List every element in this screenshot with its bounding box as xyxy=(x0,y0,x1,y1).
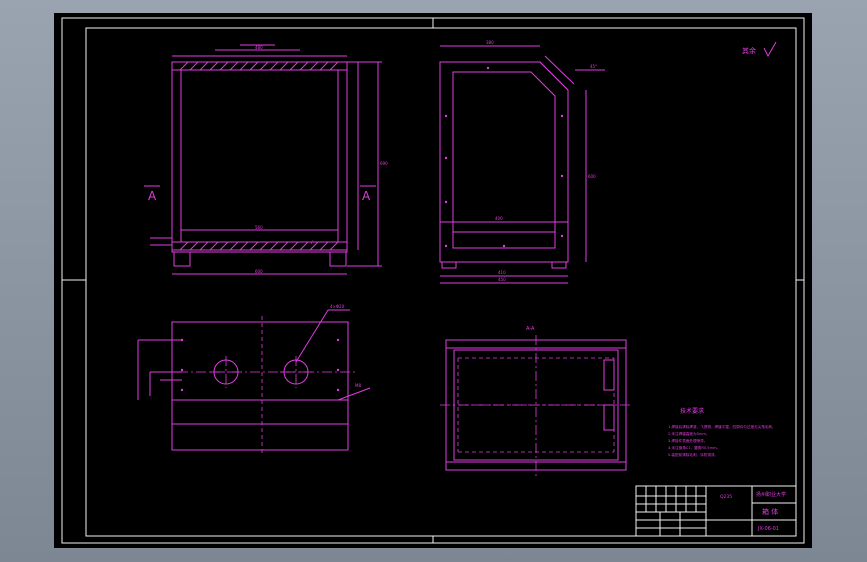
note-4: 4.未注倒角C1，圆角R0.5mm。 xyxy=(668,445,720,450)
title-material: Q235 xyxy=(720,494,732,500)
section-mark-left: A xyxy=(148,189,157,203)
title-drawing-no: JX-06-01 xyxy=(757,526,779,532)
note-1: 1.焊接后清除焊渣、飞溅物，焊缝平整，四周均匀过渡无尖角毛刺。 xyxy=(668,424,776,429)
dim-height: 690 xyxy=(380,161,388,166)
side-dim-angle: 45° xyxy=(590,64,597,69)
note-5: 5.装配前清除毛刺，涂防锈漆。 xyxy=(668,452,718,457)
section-view-label: A-A xyxy=(526,326,535,332)
note-2: 2.未注焊缝高度为5mm。 xyxy=(668,431,709,436)
title-school: 扬州职业大学 xyxy=(756,491,786,498)
title-part-name: 箱 体 xyxy=(762,507,778,516)
note-3: 3.焊接件表面处理喷漆。 xyxy=(668,438,707,443)
drawing-canvas[interactable]: 480 600 560 690 √ A A 380 410 450 600 40… xyxy=(0,0,867,562)
side-dim-bottom: 410 xyxy=(498,270,506,275)
plate-leader-label-2: M8 xyxy=(355,383,361,388)
side-dim-top: 380 xyxy=(486,40,494,45)
section-mark-right: A xyxy=(362,189,371,203)
notes-title: 技术要求 xyxy=(680,407,704,415)
cad-viewport[interactable]: 480 600 560 690 √ A A 380 410 450 600 40… xyxy=(0,0,867,562)
roughness-note: 其余 xyxy=(742,46,756,55)
dim-bottom: 600 xyxy=(255,269,263,274)
side-dim-height: 600 xyxy=(588,174,596,179)
dim-top: 480 xyxy=(255,45,263,50)
plate-leader-label: 4×Φ20 xyxy=(330,304,345,309)
drawing-sheet xyxy=(54,13,812,548)
dim-inner: 560 xyxy=(255,225,263,230)
side-dim-inner: 400 xyxy=(495,216,503,221)
side-dim-total: 450 xyxy=(498,277,506,282)
